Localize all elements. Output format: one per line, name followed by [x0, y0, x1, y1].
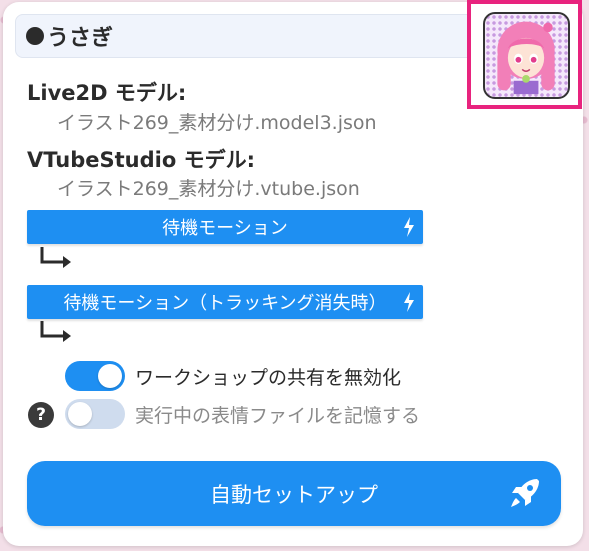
- help-icon[interactable]: ?: [28, 402, 54, 428]
- idle-motion-button[interactable]: 待機モーション: [27, 210, 423, 244]
- status-dot-icon: [26, 27, 44, 45]
- model-name-bar[interactable]: うさぎ: [15, 14, 477, 58]
- branch-arrow-icon: [40, 247, 71, 268]
- idle-motion-label: 待機モーション: [162, 218, 288, 239]
- remember-expression-label: 実行中の表情ファイルを記憶する: [135, 404, 421, 427]
- idle-motion-tracking-lost-button[interactable]: 待機モーション（トラッキング消失時）: [27, 285, 423, 319]
- vtube-file: イラスト269_素材分け.vtube.json: [57, 178, 360, 200]
- remember-expression-row: 実行中の表情ファイルを記憶する: [65, 399, 420, 429]
- toggle-knob: [68, 402, 92, 426]
- idle-motion-tracking-lost-label: 待機モーション（トラッキング消失時）: [63, 293, 387, 314]
- character-avatar-icon: [497, 21, 555, 95]
- disable-workshop-sharing-label: ワークショップの共有を無効化: [135, 366, 402, 389]
- auto-setup-button[interactable]: 自動セットアップ: [27, 461, 561, 526]
- remember-expression-toggle[interactable]: [65, 399, 125, 429]
- rocket-icon: [511, 479, 539, 507]
- live2d-file: イラスト269_素材分け.model3.json: [57, 112, 377, 134]
- toggle-knob: [98, 364, 122, 388]
- disable-workshop-sharing-row: ワークショップの共有を無効化: [65, 361, 401, 391]
- avatar-frame[interactable]: [467, 0, 582, 109]
- live2d-heading: Live2D モデル:: [27, 81, 187, 105]
- auto-setup-label: 自動セットアップ: [210, 482, 378, 507]
- avatar: [483, 12, 570, 99]
- model-name: うさぎ: [47, 26, 114, 51]
- branch-arrow-icon: [40, 321, 71, 342]
- vtube-heading: VTubeStudio モデル:: [27, 148, 255, 172]
- lightning-icon: [404, 217, 414, 237]
- lightning-icon: [404, 292, 414, 312]
- disable-workshop-sharing-toggle[interactable]: [65, 361, 125, 391]
